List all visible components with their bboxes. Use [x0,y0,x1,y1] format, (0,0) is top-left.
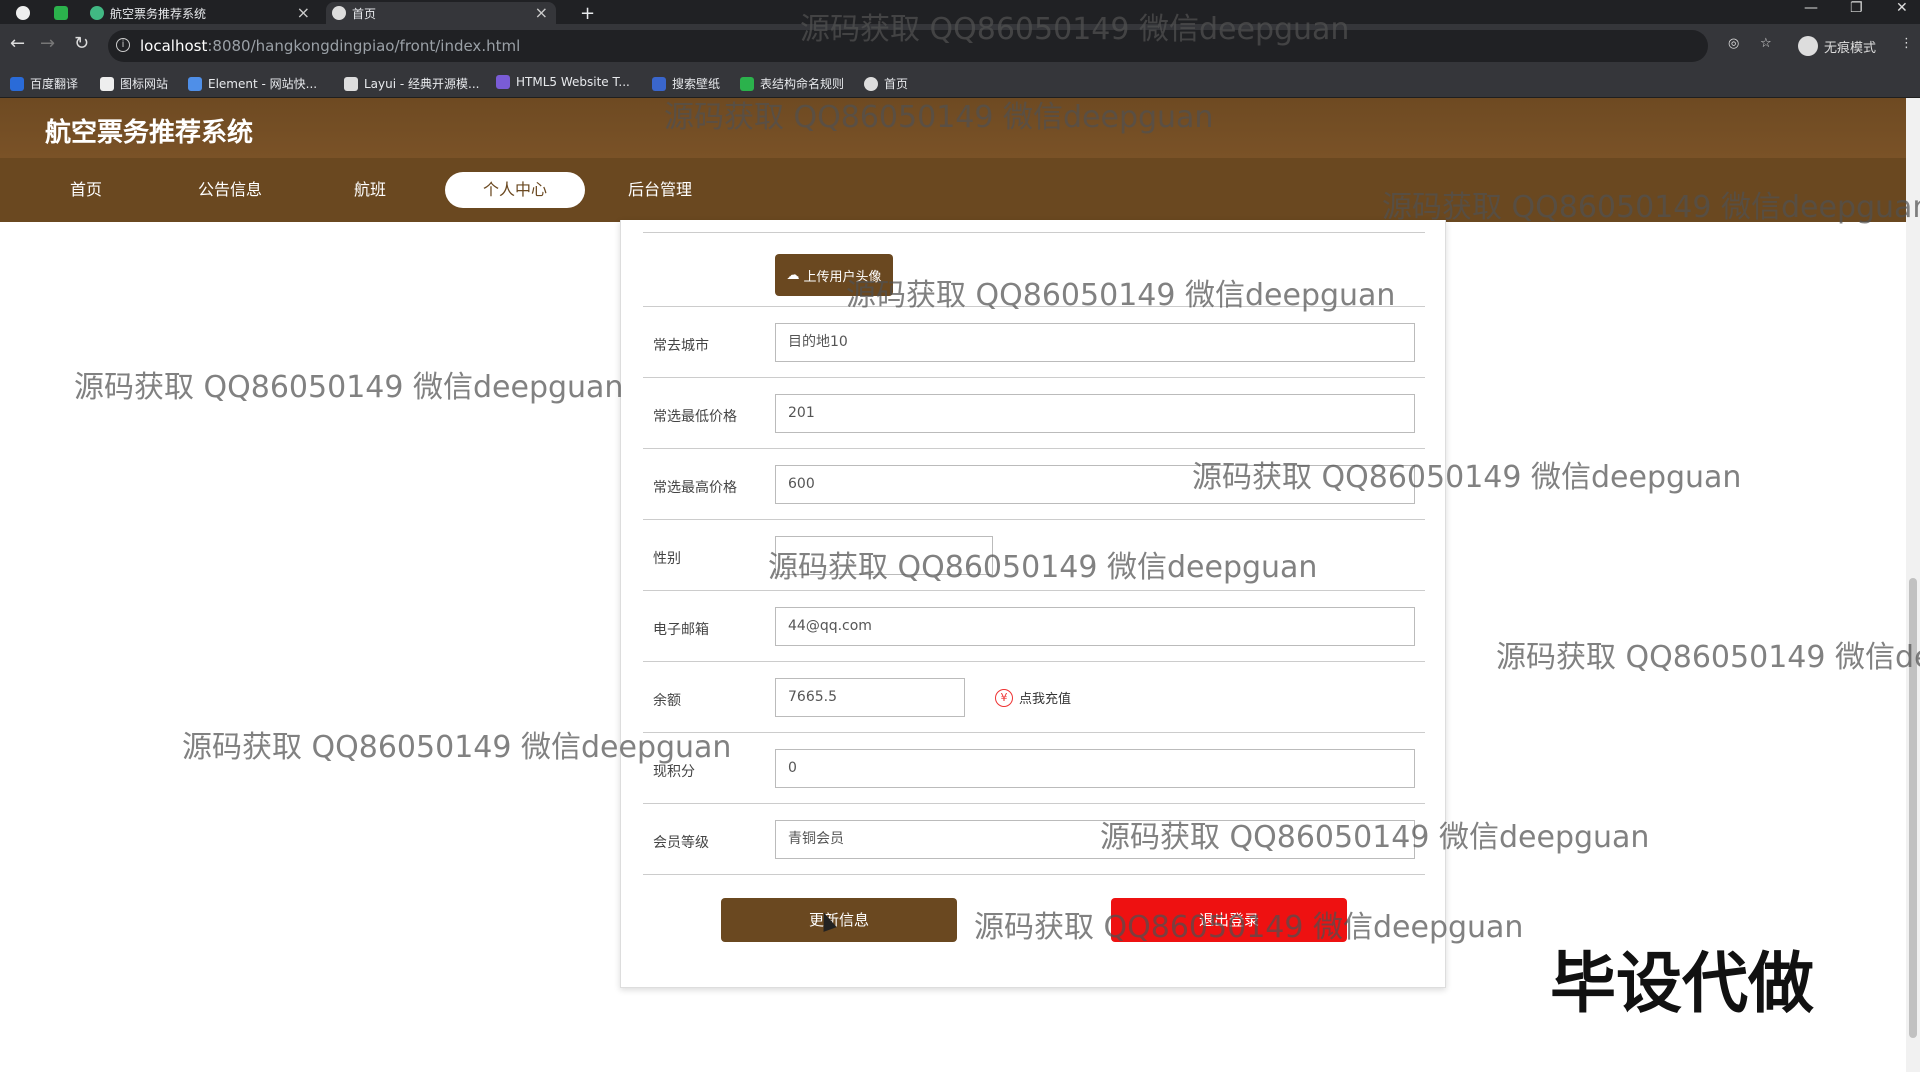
menu-icon[interactable]: ⋮ [1900,36,1913,51]
back-icon[interactable]: ← [10,33,25,54]
tab-title: 航空票务推荐系统 [110,6,207,21]
field-label: 余额 [653,693,681,709]
recharge-link[interactable]: ¥ 点我充值 [995,688,1071,707]
close-icon[interactable]: × [535,3,548,22]
field-label: 会员等级 [653,835,709,851]
tab-site[interactable]: 航空票务推荐系统 × [84,2,318,24]
close-window-icon[interactable]: ✕ [1896,0,1908,16]
yen-icon: ¥ [995,688,1013,707]
translate-icon [10,76,24,91]
form-row-points: 现积分 0 [643,733,1425,804]
site-title: 航空票务推荐系统 [45,118,254,148]
divider [643,232,1425,233]
gender-select[interactable] [775,536,993,575]
restore-icon[interactable]: ❐ [1850,0,1863,16]
close-icon[interactable]: × [297,3,310,22]
form-row-member-level: 会员等级 青铜会员 [643,804,1425,875]
main-nav: 首页 公告信息 航班 个人中心 后台管理 [0,158,1906,222]
field-label: 电子邮箱 [653,622,709,638]
nav-home[interactable]: 首页 [56,172,116,208]
page-scrollbar[interactable] [1906,98,1920,1072]
max-price-input[interactable]: 600 [775,465,1415,504]
form-row-min-price: 常选最低价格 201 [643,378,1425,449]
bookmarks-bar: 百度翻译 图标网站 Element - 网站快... Layui - 经典开源模… [0,68,1920,98]
sheet-icon [740,76,754,91]
nav-flights[interactable]: 航班 [338,172,402,208]
bookmark[interactable]: 百度翻译 [10,75,78,92]
element-icon [188,76,202,91]
incognito-icon [1798,36,1818,56]
site-header: 航空票务推荐系统 [0,98,1906,158]
bookmark[interactable]: 首页 [864,75,908,92]
bookmark[interactable]: 表结构命名规则 [740,75,844,92]
browser-tabbar: 航空票务推荐系统 × 首页 × + — ❐ ✕ [0,0,1920,24]
flag-icon [100,76,114,91]
new-tab-button[interactable]: + [572,2,602,24]
form-row-city: 常去城市 目的地10 [643,307,1425,378]
upload-cloud-icon: ☁ [786,267,800,283]
nav-profile[interactable]: 个人中心 [445,172,585,208]
star-icon[interactable]: ☆ [1760,36,1772,51]
form-row-balance: 余额 7665.5 ¥ 点我充值 [643,662,1425,733]
address-bar[interactable]: localhost:8080/hangkongdingpiao/front/in… [108,30,1708,62]
globe-icon [864,76,878,91]
field-label: 常选最低价格 [653,409,737,425]
site-info-icon[interactable]: i [116,38,130,52]
watermark: 源码获取 QQ86050149 微信deepguan [1496,640,1920,675]
profile-form: ☁ 上传用户头像 常去城市 目的地10 常选最低价格 201 常选最高价格 60… [620,220,1446,988]
minimize-icon[interactable]: — [1804,0,1818,16]
tab-title: 首页 [352,6,377,21]
logout-button[interactable]: 退出登录 [1111,898,1347,942]
member-level-input[interactable]: 青铜会员 [775,820,1415,859]
reload-icon[interactable]: ↻ [74,33,89,54]
field-label: 性别 [653,551,681,567]
incognito-label: 无痕模式 [1824,40,1877,56]
chrome-icon [4,2,44,24]
globe-icon [332,6,346,20]
form-row-max-price: 常选最高价格 600 [643,449,1425,520]
incognito-indicator[interactable]: 无痕模式 [1798,36,1876,56]
bookmark[interactable]: Element - 网站快... [188,75,317,92]
min-price-input[interactable]: 201 [775,394,1415,433]
scrollbar-thumb[interactable] [1909,578,1917,1038]
corner-watermark: 毕设代做 [1550,945,1814,1022]
city-input[interactable]: 目的地10 [775,323,1415,362]
upload-avatar-button[interactable]: ☁ 上传用户头像 [775,254,893,296]
tab-home[interactable]: 首页 × [326,2,556,24]
html5-icon [496,75,510,89]
eye-off-icon[interactable]: ◎ [1728,36,1739,51]
field-label: 常选最高价格 [653,480,737,496]
update-info-button[interactable]: 更新信息 [721,898,957,942]
balance-input[interactable]: 7665.5 [775,678,965,717]
points-input[interactable]: 0 [775,749,1415,788]
field-label: 常去城市 [653,338,709,354]
browser-toolbar: ← → ↻ localhost:8080/hangkongdingpiao/fr… [0,24,1920,68]
pinned-tab[interactable] [44,2,84,24]
nav-announcements[interactable]: 公告信息 [184,172,276,208]
forward-icon[interactable]: → [40,33,55,54]
form-row-email: 电子邮箱 44@qq.com [643,591,1425,662]
bookmark[interactable]: HTML5 Website T... [496,75,630,89]
url-host: localhost [140,37,208,55]
field-label: 现积分 [653,764,695,780]
email-field[interactable]: 44@qq.com [775,607,1415,646]
form-row-gender: 性别 [643,520,1425,591]
nav-admin[interactable]: 后台管理 [614,172,706,208]
url-path: :8080/hangkongdingpiao/front/index.html [207,37,521,55]
bookmark[interactable]: Layui - 经典开源模... [344,75,479,92]
watermark: 源码获取 QQ86050149 微信deepguan [74,370,624,405]
bookmark[interactable]: 搜索壁纸 [652,75,720,92]
vue-icon [90,6,104,20]
wallpaper-icon [652,76,666,91]
layui-icon [344,76,358,91]
bookmark[interactable]: 图标网站 [100,75,168,92]
